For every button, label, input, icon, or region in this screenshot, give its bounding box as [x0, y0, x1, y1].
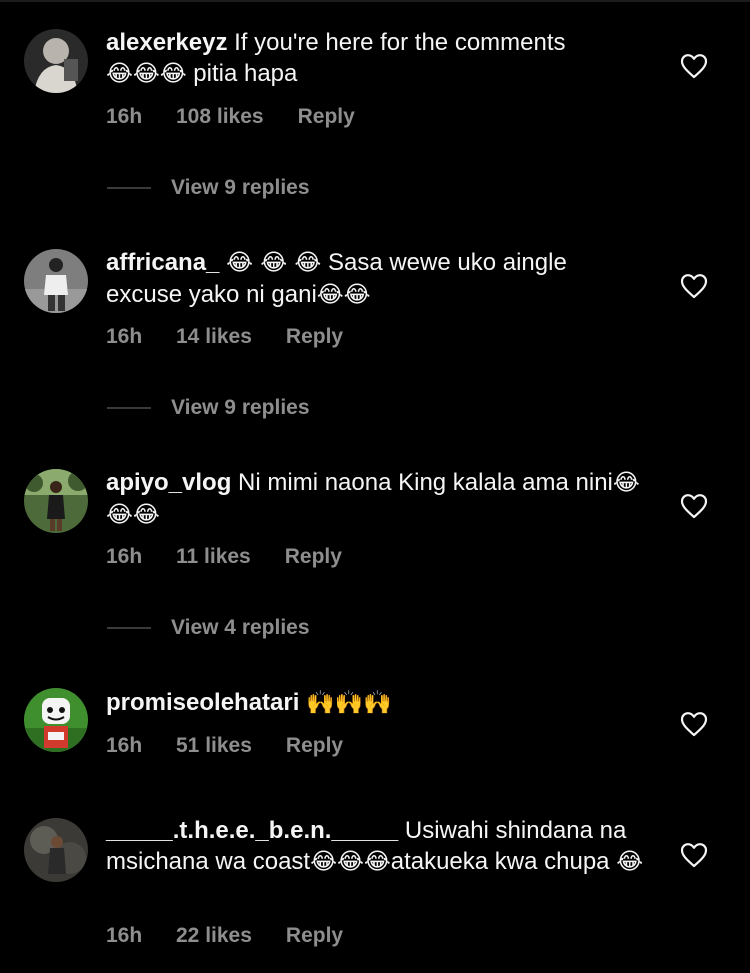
face-with-tears-of-joy-emoji: 😂😂 [316, 282, 371, 308]
view-replies-button[interactable]: View 4 replies [107, 616, 310, 640]
comment-meta: 16h 22 likes Reply [106, 924, 343, 948]
comment-time: 16h [106, 734, 143, 757]
face-with-tears-of-joy-emoji: 😂 [616, 849, 644, 875]
comment-text: promiseolehatari 🙌🙌🙌 [106, 687, 646, 719]
comment-meta: 16h 51 likes Reply [106, 734, 343, 758]
comment-username[interactable]: promiseolehatari [106, 689, 299, 716]
avatar[interactable] [24, 469, 88, 533]
comment-username[interactable]: alexerkeyz [106, 29, 227, 56]
view-replies-button[interactable]: View 9 replies [107, 396, 310, 420]
avatar[interactable] [24, 688, 88, 752]
heart-outline-icon[interactable] [680, 711, 708, 737]
avatar[interactable] [24, 249, 88, 313]
heart-outline-icon[interactable] [680, 842, 708, 868]
replies-divider [107, 407, 151, 409]
replies-divider [107, 627, 151, 629]
face-with-tears-of-joy-emoji: 😂😂😂 [106, 61, 187, 87]
reply-button[interactable]: Reply [286, 924, 343, 948]
view-replies-button[interactable]: View 9 replies [107, 176, 310, 200]
reply-button[interactable]: Reply [285, 545, 342, 569]
comment-meta: 16h 14 likes Reply [106, 325, 343, 349]
comment-time: 16h [106, 325, 143, 348]
face-with-tears-of-joy-emoji: 😂😂😂 [310, 849, 391, 875]
comment-username[interactable]: apiyo_vlog [106, 469, 231, 496]
comment-text: affricana_ 😂 😂 😂 Sasa wewe uko aingle ex… [106, 249, 567, 308]
comment-time: 16h [106, 105, 143, 128]
heart-outline-icon[interactable] [680, 273, 708, 299]
heart-outline-icon[interactable] [680, 493, 708, 519]
comment-likes[interactable]: 22 likes [176, 924, 252, 948]
comment-text: alexerkeyz If you're here for the commen… [106, 29, 566, 87]
reply-button[interactable]: Reply [286, 734, 343, 758]
replies-divider [107, 187, 151, 189]
comment-likes[interactable]: 108 likes [176, 105, 264, 129]
comment-text: apiyo_vlog Ni mimi naona King kalala ama… [106, 469, 640, 528]
reply-button[interactable]: Reply [286, 325, 343, 349]
comment-meta: 16h 108 likes Reply [106, 105, 355, 129]
avatar[interactable] [24, 29, 88, 93]
comment-likes[interactable]: 11 likes [176, 545, 251, 569]
comment-time: 16h [106, 545, 143, 568]
top-divider [0, 0, 750, 2]
face-with-tears-of-joy-emoji: 😂 😂 😂 [226, 250, 322, 276]
heart-outline-icon[interactable] [680, 53, 708, 79]
comment-likes[interactable]: 14 likes [176, 325, 252, 349]
raising-hands-emoji: 🙌🙌🙌 [306, 690, 392, 716]
comment-username[interactable]: affricana_ [106, 249, 219, 276]
comment-likes[interactable]: 51 likes [176, 734, 252, 758]
comment-meta: 16h 11 likes Reply [106, 545, 342, 569]
avatar[interactable] [24, 818, 88, 882]
comment-username[interactable]: _____.t.h.e.e._b.e.n._____ [106, 817, 398, 844]
comment-time: 16h [106, 924, 143, 947]
reply-button[interactable]: Reply [298, 105, 355, 129]
comment-text: _____.t.h.e.e._b.e.n._____ Usiwahi shind… [106, 817, 644, 875]
